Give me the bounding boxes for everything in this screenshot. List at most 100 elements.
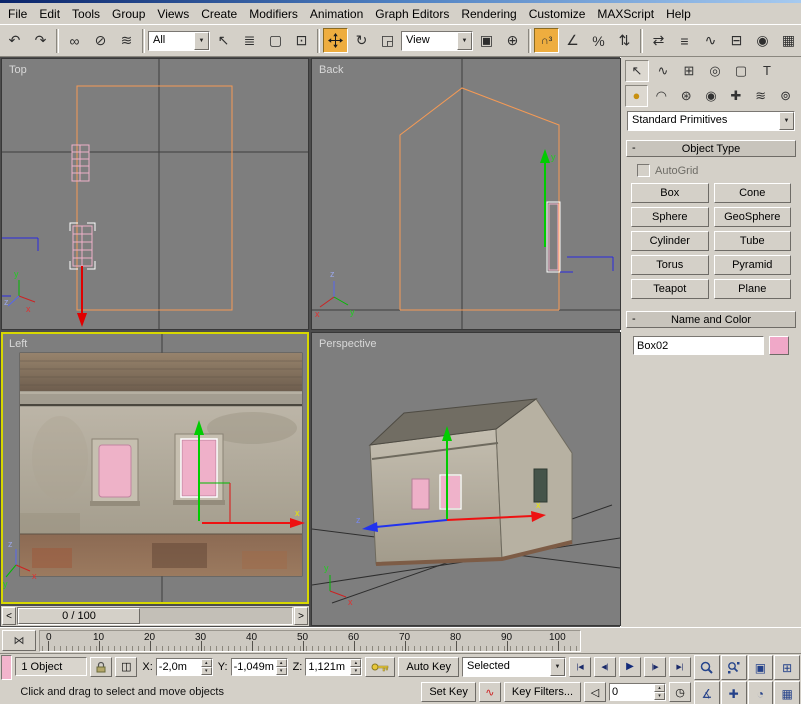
category-systems[interactable]: ⊚ <box>774 85 797 107</box>
selection-lock-toggle[interactable] <box>90 657 112 677</box>
previous-frame-button[interactable]: ◀| <box>594 657 616 677</box>
x-coord-field[interactable] <box>157 659 201 675</box>
default-tangent-button[interactable]: ∿ <box>479 682 501 702</box>
tab-hierarchy[interactable]: ⊞ <box>677 60 701 82</box>
key-mode-toggle[interactable]: ◁ <box>584 682 606 702</box>
mirror-button[interactable]: ⇄ <box>646 28 671 53</box>
viewport-perspective[interactable]: x z Perspective y x <box>311 332 621 626</box>
object-type-rollout-header[interactable]: - Object Type <box>626 140 796 157</box>
menu-group[interactable]: Group <box>106 5 151 23</box>
menu-animation[interactable]: Animation <box>304 5 369 23</box>
object-color-swatch[interactable] <box>769 336 789 355</box>
rectangular-selection-region-button[interactable]: ▢ <box>263 28 288 53</box>
y-coord-spinner[interactable]: ▴▾ <box>276 659 287 675</box>
category-shapes[interactable]: ◠ <box>650 85 673 107</box>
zoom-extents-button[interactable]: ▣ <box>748 655 774 680</box>
macro-recorder-line[interactable] <box>1 655 12 680</box>
box-button[interactable]: Box <box>631 183 709 203</box>
select-by-name-button[interactable]: ≣ <box>237 28 262 53</box>
open-mini-curve-editor-button[interactable]: ⋈ <box>2 630 36 651</box>
play-animation-button[interactable]: ▶ <box>619 657 641 677</box>
menu-tools[interactable]: Tools <box>66 5 106 23</box>
undo-button[interactable]: ↶ <box>2 28 27 53</box>
menu-maxscript[interactable]: MAXScript <box>591 5 660 23</box>
cylinder-button[interactable]: Cylinder <box>631 231 709 251</box>
plane-button[interactable]: Plane <box>714 279 792 299</box>
menu-help[interactable]: Help <box>660 5 697 23</box>
next-frame-arrow[interactable]: > <box>294 607 308 625</box>
viewport-back[interactable]: y Back z x y <box>311 58 621 330</box>
maximize-viewport-toggle[interactable]: ▦ <box>774 681 800 704</box>
name-color-rollout-header[interactable]: - Name and Color <box>626 311 796 328</box>
select-and-scale-button[interactable]: ◲ <box>375 28 400 53</box>
schematic-view-button[interactable]: ⊟ <box>724 28 749 53</box>
time-configuration-button[interactable]: ◷ <box>669 682 691 702</box>
reference-coordinate-dropdown[interactable]: View ▼ <box>401 31 473 51</box>
menu-file[interactable]: File <box>2 5 33 23</box>
select-and-manipulate-button[interactable]: ⊕ <box>500 28 525 53</box>
snaps-toggle-button[interactable]: ∩³ <box>534 28 559 53</box>
menu-create[interactable]: Create <box>195 5 243 23</box>
menu-rendering[interactable]: Rendering <box>455 5 522 23</box>
redo-button[interactable]: ↷ <box>28 28 53 53</box>
z-coord-spinner[interactable]: ▴▾ <box>350 659 361 675</box>
geosphere-button[interactable]: GeoSphere <box>714 207 792 227</box>
time-slider-handle[interactable]: 0 / 100 <box>18 608 140 624</box>
y-coord-field[interactable] <box>232 659 276 675</box>
select-and-move-button[interactable] <box>323 28 348 53</box>
arc-rotate-button[interactable]: ◔ <box>748 681 774 704</box>
go-to-start-button[interactable]: |◀ <box>569 657 591 677</box>
tab-motion[interactable]: ◎ <box>703 60 727 82</box>
set-keys-button[interactable] <box>365 657 395 677</box>
viewport-top[interactable]: Top y z x <box>1 58 309 330</box>
torus-button[interactable]: Torus <box>631 255 709 275</box>
teapot-button[interactable]: Teapot <box>631 279 709 299</box>
autogrid-checkbox[interactable] <box>637 164 650 177</box>
menu-modifiers[interactable]: Modifiers <box>243 5 304 23</box>
tab-display[interactable]: ▢ <box>729 60 753 82</box>
time-slider-track[interactable]: 0 / 100 <box>17 607 293 625</box>
menu-customize[interactable]: Customize <box>523 5 592 23</box>
next-frame-button[interactable]: |▶ <box>644 657 666 677</box>
pyramid-button[interactable]: Pyramid <box>714 255 792 275</box>
zoom-all-button[interactable] <box>721 655 747 680</box>
auto-key-button[interactable]: Auto Key <box>398 657 459 677</box>
object-name-field[interactable] <box>634 337 763 354</box>
key-filters-button[interactable]: Key Filters... <box>504 682 581 702</box>
category-lights[interactable]: ⊛ <box>675 85 698 107</box>
sphere-button[interactable]: Sphere <box>631 207 709 227</box>
tab-modify[interactable]: ∿ <box>651 60 675 82</box>
category-space-warps[interactable]: ≋ <box>749 85 772 107</box>
track-bar-ruler[interactable]: 0 10 20 30 40 50 60 70 80 90 100 <box>39 630 581 652</box>
viewport-label[interactable]: Left <box>9 338 27 350</box>
viewport-label[interactable]: Perspective <box>319 338 376 350</box>
unlink-selection-button[interactable]: ⊘ <box>88 28 113 53</box>
bind-to-space-warp-button[interactable]: ≋ <box>114 28 139 53</box>
field-of-view-button[interactable]: ∡ <box>694 681 720 704</box>
z-coord-field[interactable] <box>306 659 350 675</box>
current-frame-field[interactable] <box>610 684 654 700</box>
window-crossing-toggle[interactable]: ⊡ <box>289 28 314 53</box>
category-helpers[interactable]: ✚ <box>724 85 747 107</box>
tube-button[interactable]: Tube <box>714 231 792 251</box>
menu-views[interactable]: Views <box>151 5 195 23</box>
viewport-left[interactable]: x Left z y x <box>1 332 309 604</box>
tab-utilities[interactable]: T <box>755 60 779 82</box>
align-button[interactable]: ≡ <box>672 28 697 53</box>
select-and-rotate-button[interactable]: ↻ <box>349 28 374 53</box>
current-frame-spinner[interactable]: ▴▾ <box>654 684 665 700</box>
previous-frame-arrow[interactable]: < <box>2 607 16 625</box>
percent-snap-toggle[interactable]: % <box>586 28 611 53</box>
viewport-label[interactable]: Back <box>319 64 344 76</box>
absolute-offset-mode-toggle[interactable]: ◫ <box>115 657 137 677</box>
select-object-button[interactable]: ↖ <box>211 28 236 53</box>
spinner-snap-toggle[interactable]: ⇅ <box>612 28 637 53</box>
key-filter-set-dropdown[interactable]: Selected ▼ <box>462 657 566 677</box>
pan-view-button[interactable]: ✚ <box>721 681 747 704</box>
category-cameras[interactable]: ◉ <box>700 85 723 107</box>
x-coord-spinner[interactable]: ▴▾ <box>201 659 212 675</box>
use-pivot-point-center-button[interactable]: ▣ <box>474 28 499 53</box>
angle-snap-toggle[interactable]: ∠ <box>560 28 585 53</box>
tab-create[interactable]: ↖ <box>625 60 649 82</box>
zoom-button[interactable] <box>694 655 720 680</box>
